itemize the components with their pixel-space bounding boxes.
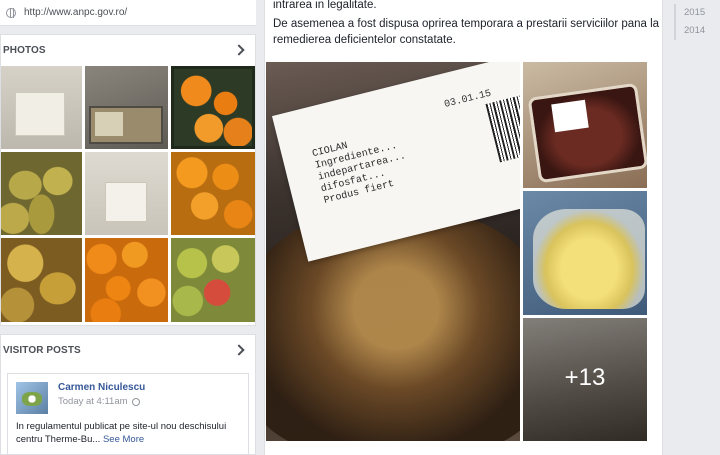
post-photo-more[interactable]: +13 — [523, 318, 647, 441]
post-author[interactable]: Carmen Niculescu — [58, 382, 145, 393]
visitor-posts-card: VISITOR POSTS Carmen Niculescu Today at … — [0, 334, 256, 455]
website-link[interactable]: http://www.anpc.gov.ro/ — [24, 7, 127, 18]
photo-thumbnail-oranges[interactable] — [171, 152, 255, 235]
photo-thumbnail-notice[interactable] — [1, 66, 82, 149]
chevron-right-icon[interactable] — [233, 344, 245, 356]
avatar[interactable] — [16, 382, 48, 414]
post-text-line: remedierea deficientelor constatate. — [273, 34, 456, 46]
photos-header[interactable]: PHOTOS — [1, 35, 255, 65]
globe-icon — [131, 397, 140, 406]
left-column: http://www.anpc.gov.ro/ PHOTOS VISITOR P… — [0, 0, 256, 455]
photo-thumbnail-pears[interactable] — [1, 152, 82, 235]
visitor-posts-header[interactable]: VISITOR POSTS — [1, 335, 255, 365]
chevron-right-icon[interactable] — [233, 44, 245, 56]
year-link-2015[interactable]: 2015 — [684, 4, 718, 22]
product-label-date: 03.01.15 — [443, 88, 493, 111]
post-time[interactable]: Today at 4:11am — [58, 396, 140, 407]
visitor-post: Carmen Niculescu Today at 4:11am In regu… — [7, 373, 249, 455]
product-label-text: CIOLAN Ingrediente... indepartarea... di… — [311, 140, 408, 207]
photos-card: PHOTOS — [0, 34, 256, 326]
photo-thumbnail-pears-2[interactable] — [1, 238, 82, 322]
photo-thumbnail-notice-2[interactable] — [85, 152, 168, 235]
website-row: http://www.anpc.gov.ro/ — [0, 0, 256, 26]
post-text: In regulamentul publicat pe site-ul nou … — [16, 420, 244, 446]
photos-grid — [1, 66, 255, 323]
post-photo-bag[interactable] — [523, 191, 647, 315]
photo-thumbnail-oranges-crate[interactable] — [171, 66, 255, 149]
post-text-line: intrarea in legalitate. — [273, 0, 377, 11]
barcode-icon — [485, 94, 520, 163]
post-time-text: Today at 4:11am — [58, 396, 128, 407]
post-photo-meat-tray[interactable] — [523, 62, 647, 188]
year-link-2014[interactable]: 2014 — [684, 22, 718, 40]
post-column: intrarea in legalitate. De asemenea a fo… — [264, 0, 663, 455]
post-text-line: De asemenea a fost dispusa oprirea tempo… — [273, 18, 660, 30]
timeline-column: 2015 2014 — [664, 0, 720, 455]
photos-title: PHOTOS — [3, 44, 46, 56]
year-list: 2015 2014 — [674, 4, 718, 40]
photo-thumbnail-oranges-2[interactable] — [85, 238, 168, 322]
post-photo-main[interactable]: CIOLAN Ingrediente... indepartarea... di… — [266, 62, 520, 441]
visitor-posts-title: VISITOR POSTS — [3, 344, 81, 356]
globe-icon — [6, 7, 16, 18]
see-more-link[interactable]: See More — [103, 434, 144, 445]
photo-thumbnail-trays[interactable] — [85, 66, 168, 149]
photo-thumbnail-apples[interactable] — [171, 238, 255, 322]
more-photos-count: +13 — [564, 364, 606, 391]
